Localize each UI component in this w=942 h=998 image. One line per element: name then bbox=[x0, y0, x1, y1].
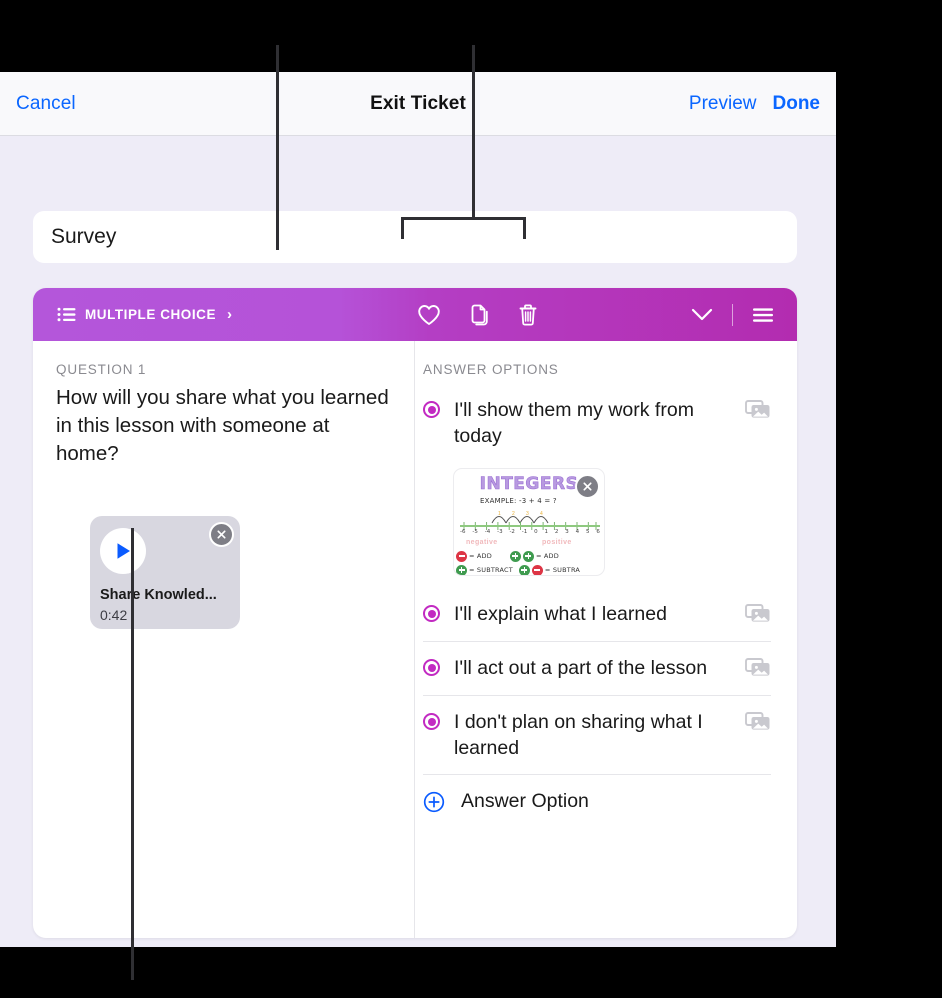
answer-option-text[interactable]: I don't plan on sharing what I learned bbox=[454, 709, 731, 761]
question-card-body: QUESTION 1 How will you share what you l… bbox=[33, 341, 797, 938]
plus-circle-icon bbox=[509, 550, 521, 562]
answer-options-column: ANSWER OPTIONS I'll show them my work fr… bbox=[415, 341, 796, 938]
remove-icon[interactable] bbox=[209, 522, 234, 547]
image-placeholder-icon[interactable] bbox=[745, 603, 771, 628]
answer-image-attachment[interactable]: INTEGERS EXAMPLE: -3 + 4 = ? 1 2 3 4 -6 … bbox=[453, 468, 605, 576]
answer-option-row[interactable]: I'll explain what I learned bbox=[423, 588, 771, 641]
image-placeholder-icon[interactable] bbox=[745, 711, 771, 736]
minus-circle-icon bbox=[456, 550, 467, 562]
answer-option-row[interactable]: I'll act out a part of the lesson bbox=[423, 641, 771, 695]
number-line-axis bbox=[460, 525, 600, 527]
audio-title: Share Knowled... bbox=[100, 587, 217, 603]
rule-op: = SUBTRACT bbox=[469, 566, 513, 574]
heart-icon[interactable] bbox=[417, 304, 441, 326]
chevron-down-icon[interactable] bbox=[690, 307, 714, 323]
play-icon[interactable] bbox=[100, 528, 146, 574]
rule-op: = ADD bbox=[535, 552, 559, 560]
answer-option-row[interactable]: I'll show them my work from today bbox=[423, 384, 771, 462]
answer-option-text[interactable]: I'll explain what I learned bbox=[454, 601, 731, 627]
done-button[interactable]: Done bbox=[773, 93, 821, 115]
radio-icon[interactable] bbox=[423, 713, 440, 730]
svg-text:4: 4 bbox=[540, 511, 543, 517]
question-type-button[interactable]: MULTIPLE CHOICE › bbox=[57, 306, 232, 323]
question-text[interactable]: How will you share what you learned in t… bbox=[56, 384, 392, 468]
reorder-handle-icon[interactable] bbox=[751, 306, 775, 324]
question-toolbar: MULTIPLE CHOICE › bbox=[33, 288, 797, 341]
preview-button[interactable]: Preview bbox=[689, 93, 757, 115]
survey-title-value: Survey bbox=[51, 225, 117, 248]
question-card: MULTIPLE CHOICE › QUESTION 1 How will yo… bbox=[33, 288, 797, 938]
image-placeholder-icon[interactable] bbox=[745, 399, 771, 424]
navigation-bar: Cancel Exit Ticket Preview Done bbox=[0, 72, 836, 136]
rule-row: = SUBTRACT = SUBTRA bbox=[454, 563, 604, 575]
plus-circle-icon bbox=[423, 791, 445, 813]
chevron-right-icon: › bbox=[227, 306, 232, 323]
duplicate-icon[interactable] bbox=[467, 303, 491, 327]
question-section-label: QUESTION 1 bbox=[56, 362, 147, 377]
toolbar-center-actions bbox=[417, 303, 539, 327]
answer-section-label: ANSWER OPTIONS bbox=[423, 362, 559, 377]
list-icon bbox=[57, 307, 76, 322]
svg-text:1: 1 bbox=[498, 511, 501, 517]
positive-label: positive bbox=[542, 539, 572, 546]
radio-icon[interactable] bbox=[423, 659, 440, 676]
trash-icon[interactable] bbox=[517, 303, 539, 327]
plus-circle-icon bbox=[456, 564, 467, 575]
toolbar-divider bbox=[732, 303, 733, 326]
rule-op: = ADD bbox=[469, 552, 492, 560]
add-answer-option-button[interactable]: Answer Option bbox=[423, 774, 771, 826]
number-line-labels: -6 -5 -4 -3 -2 -1 0 1 2 3 4 5 6 bbox=[460, 529, 600, 535]
svg-text:3: 3 bbox=[526, 511, 529, 517]
add-answer-option-label: Answer Option bbox=[461, 790, 589, 812]
remove-icon[interactable] bbox=[575, 474, 600, 499]
answer-option-row[interactable]: I don't plan on sharing what I learned bbox=[423, 695, 771, 774]
radio-icon[interactable] bbox=[423, 401, 440, 418]
negative-label: negative bbox=[466, 539, 498, 546]
callout-line-question-type bbox=[276, 45, 279, 250]
radio-icon[interactable] bbox=[423, 605, 440, 622]
image-placeholder-icon[interactable] bbox=[745, 657, 771, 682]
toolbar-right-actions bbox=[690, 303, 775, 326]
device-frame: Cancel Exit Ticket Preview Done Survey M… bbox=[0, 72, 836, 947]
answer-option-text[interactable]: I'll show them my work from today bbox=[454, 397, 731, 449]
rule-op: = SUBTRA bbox=[544, 566, 581, 574]
plus-circle-icon bbox=[518, 564, 530, 575]
screenshot-root: Cancel Exit Ticket Preview Done Survey M… bbox=[0, 0, 942, 998]
answer-option-text[interactable]: I'll act out a part of the lesson bbox=[454, 655, 731, 681]
audio-duration: 0:42 bbox=[100, 607, 128, 623]
worksheet-rules: = ADD = ADD = SUBTRACT = SUBTRA bbox=[454, 549, 604, 575]
callout-bracket-right-tick bbox=[523, 217, 526, 239]
worksheet-example: EXAMPLE: -3 + 4 = ? bbox=[480, 497, 557, 505]
callout-bracket-toolbar-actions bbox=[401, 217, 526, 220]
minus-circle-icon bbox=[531, 564, 543, 575]
callout-bracket-left-tick bbox=[401, 217, 404, 239]
svg-text:2: 2 bbox=[512, 511, 515, 517]
answer-options-list: I'll show them my work from today INTEGE… bbox=[423, 384, 771, 826]
audio-attachment[interactable]: Share Knowled... 0:42 bbox=[90, 516, 240, 629]
callout-line-question-media bbox=[131, 528, 134, 980]
question-column: QUESTION 1 How will you share what you l… bbox=[33, 341, 415, 938]
question-type-label: MULTIPLE CHOICE bbox=[85, 307, 216, 322]
rule-row: = ADD = ADD bbox=[454, 549, 604, 563]
callout-line-toolbar-actions bbox=[472, 45, 475, 219]
navbar-right-actions: Preview Done bbox=[689, 93, 820, 115]
plus-circle-icon bbox=[522, 550, 534, 562]
